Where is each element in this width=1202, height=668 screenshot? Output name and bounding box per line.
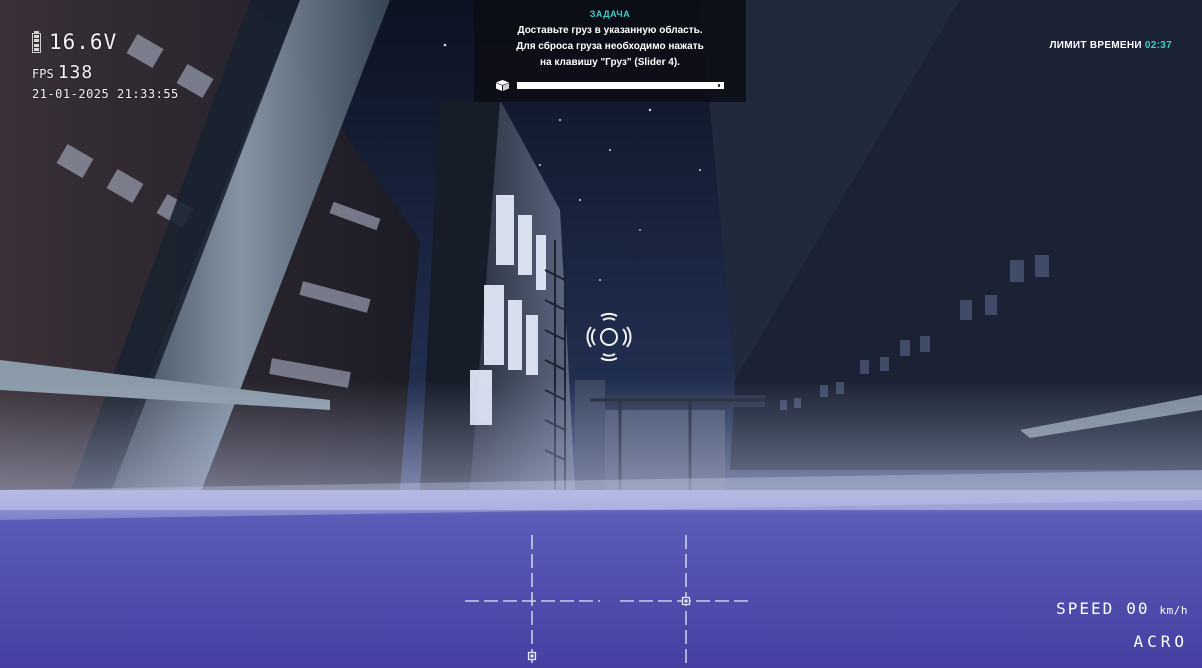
task-title: ЗАДАЧА	[589, 9, 631, 19]
speed-value: 00	[1126, 599, 1150, 618]
speed-label: SPEED	[1056, 599, 1115, 618]
fps-label: FPS	[32, 67, 54, 81]
cargo-progress-bar	[517, 81, 724, 89]
task-panel: ЗАДАЧА Доставьте груз в указанную област…	[474, 0, 746, 102]
cargo-box-icon	[496, 79, 509, 91]
speed-unit: km/h	[1159, 604, 1188, 617]
datetime: 21-01-2025 21:33:55	[32, 87, 179, 101]
flight-mode: ACRO	[1133, 632, 1188, 651]
cargo-progress-fill	[517, 81, 724, 89]
fps-value: 138	[57, 62, 94, 83]
task-progress	[496, 79, 724, 91]
battery-voltage: 16.6V	[49, 30, 118, 54]
time-limit-label: ЛИМИТ ВРЕМЕНИ	[1049, 40, 1142, 51]
battery-indicator: 16.6V	[32, 28, 179, 56]
game-viewport: 16.6V FPS 138 21-01-2025 21:33:55 ЗАДАЧА…	[0, 0, 1202, 668]
progress-marker	[718, 83, 720, 87]
task-text-line-2: Для сброса груза необходимо нажать	[516, 41, 704, 52]
fps-counter: FPS 138	[32, 62, 179, 83]
time-limit-value: 02:37	[1144, 40, 1172, 51]
crosshair-icon	[586, 312, 632, 362]
task-text-line-1: Доставьте груз в указанную область.	[517, 25, 703, 36]
speed-readout: SPEED 00 km/h	[1056, 599, 1188, 618]
battery-icon	[32, 31, 41, 53]
task-text-line-3: на клавишу "Груз" (Slider 4).	[540, 57, 680, 68]
hud-telemetry: 16.6V FPS 138 21-01-2025 21:33:55	[32, 28, 179, 101]
time-limit: ЛИМИТ ВРЕМЕНИ 02:37	[1049, 40, 1172, 51]
